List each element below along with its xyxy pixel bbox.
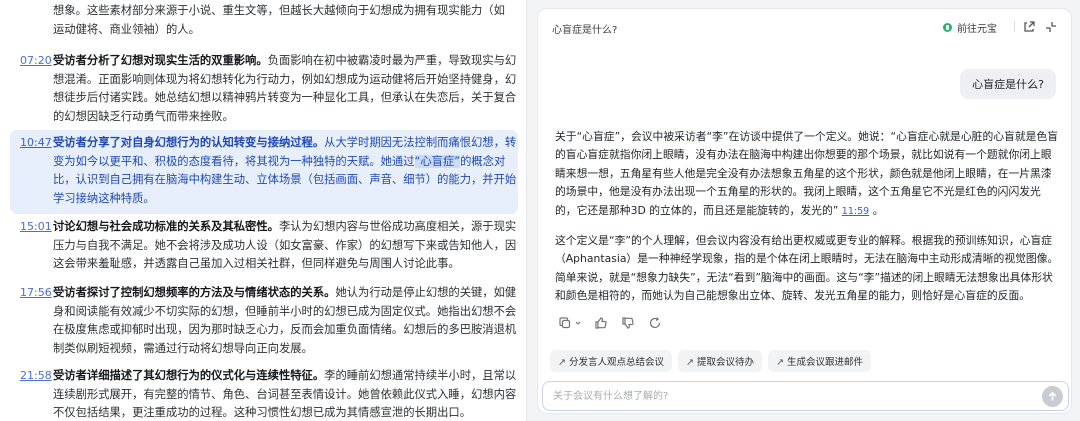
copy-icon[interactable] (558, 316, 572, 330)
panel-divider (526, 0, 527, 421)
send-arrow-icon (1048, 391, 1057, 401)
yuanbao-logo-icon (943, 23, 952, 32)
answer-paragraph: 这个定义是“李”的个人理解，但会议内容没有给出更权威或更专业的解释。根据我的预训… (555, 234, 1059, 303)
ai-chat-panel: 心盲症是什么? 前往元宝 心盲症是什么? 关于“心盲症”，会议中被采访者“李”在… (537, 8, 1072, 414)
timestamp-link[interactable]: 21:58 (20, 367, 52, 386)
chat-header: 心盲症是什么? 前往元宝 (538, 9, 1071, 47)
entry-heading: 受访者分析了幻想对现实生活的双重影响。 (53, 54, 268, 67)
entry-heading: 讨论幻想与社会成功标准的关系及其私密性。 (53, 220, 279, 233)
entry-heading: 受访者分享了对自身幻想行为的认知转变与接纳过程。 (53, 136, 325, 149)
suggestion-chip[interactable]: ↗ 分发言人观点总结会议 (550, 350, 672, 372)
user-question-bubble: 心盲症是什么? (960, 69, 1056, 99)
suggestion-chips: ↗ 分发言人观点总结会议 ↗ 提取会议待办 ↗ 生成会议跟进邮件 (550, 350, 871, 372)
arrow-up-right-icon: ↗ (558, 357, 566, 368)
chat-input-bar (542, 381, 1069, 411)
transcript-entry[interactable]: 07:20 受访者分析了幻想对现实生活的双重影响。负面影响在初中被霸凌时最为严重… (10, 52, 518, 126)
goto-yuanbao-button[interactable]: 前往元宝 (943, 20, 997, 35)
chat-input[interactable] (553, 388, 1023, 405)
transcript-panel: 想象。这些素材部分来源于小说、重生文等，但越长大越倾向于幻想成为拥有现实能力（如… (0, 0, 526, 421)
timestamp-link[interactable]: 15:01 (20, 218, 52, 237)
entry-heading: 受访者详细描述了其幻想行为的仪式化与连续性特征。 (53, 369, 325, 382)
transcript-intro-text: 想象。这些素材部分来源于小说、重生文等，但越长大越倾向于幻想成为拥有现实能力（如… (53, 4, 505, 36)
transcript-entry[interactable]: 21:58 受访者详细描述了其幻想行为的仪式化与连续性特征。李的睡前幻想通常持续… (10, 367, 518, 421)
dropdown-chevron-icon[interactable] (575, 316, 581, 330)
answer-text: 关于“心盲症”，会议中被采访者“李”在访谈中提供了一个定义。她说：“心盲症心就是… (555, 130, 1059, 217)
timestamp-link[interactable]: 17:56 (20, 284, 52, 303)
chip-label: 提取会议待办 (696, 357, 754, 368)
arrow-up-right-icon: ↗ (775, 357, 784, 368)
arrow-up-right-icon: ↗ (685, 357, 694, 368)
regenerate-icon[interactable] (648, 316, 662, 330)
citation-timestamp-link[interactable]: 11:59 (842, 206, 869, 217)
timestamp-link[interactable]: 10:47 (20, 134, 52, 153)
send-button[interactable] (1042, 386, 1063, 407)
chat-title: 心盲症是什么? (552, 25, 618, 36)
header-separator (1014, 21, 1015, 32)
thumbs-up-icon[interactable] (594, 316, 608, 330)
share-icon[interactable] (1022, 19, 1036, 33)
transcript-entry[interactable]: 15:01 讨论幻想与社会成功标准的关系及其私密性。李认为幻想内容与世俗成功高度… (10, 218, 518, 274)
chip-label: 生成会议跟进邮件 (786, 357, 863, 368)
highlighted-term: “心盲症” (414, 154, 461, 168)
chip-label: 分发言人观点总结会议 (568, 357, 664, 368)
answer-paragraph: 关于“心盲症”，会议中被采访者“李”在访谈中提供了一个定义。她说：“心盲症心就是… (555, 128, 1060, 221)
suggestion-chip[interactable]: ↗ 提取会议待办 (677, 350, 762, 372)
transcript-entry-highlighted[interactable]: 10:47 受访者分享了对自身幻想行为的认知转变与接纳过程。从大学时期因无法控制… (10, 130, 518, 214)
collapse-icon[interactable] (1044, 19, 1058, 33)
answer-text-end: 。 (872, 203, 884, 217)
timestamp-link[interactable]: 07:20 (20, 52, 52, 71)
thumbs-down-icon[interactable] (621, 316, 635, 330)
answer-action-bar (558, 316, 662, 330)
suggestion-chip[interactable]: ↗ 生成会议跟进邮件 (767, 350, 871, 372)
transcript-entry[interactable]: 17:56 受访者探讨了控制幻想频率的方法及与情绪状态的关系。她认为行动是停止幻… (10, 284, 518, 358)
goto-yuanbao-label: 前往元宝 (957, 24, 997, 35)
entry-heading: 受访者探讨了控制幻想频率的方法及与情绪状态的关系。 (53, 286, 336, 299)
